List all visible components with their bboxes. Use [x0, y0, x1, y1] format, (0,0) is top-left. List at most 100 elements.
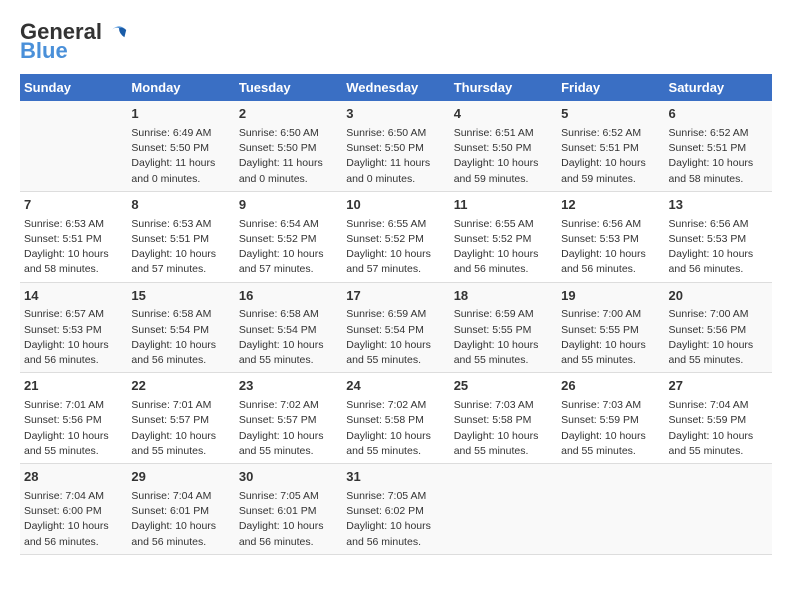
calendar-cell: 17Sunrise: 6:59 AMSunset: 5:54 PMDayligh…	[342, 282, 449, 373]
day-number: 25	[454, 377, 553, 396]
calendar-cell: 23 Sunrise: 7:02 AMSunset: 5:57 PMDayligh…	[235, 373, 342, 464]
week-row-3: 21Sunrise: 7:01 AMSunset: 5:56 PMDayligh…	[20, 373, 772, 464]
cell-info: Sunrise: 7:04 AMSunset: 5:59 PMDaylight:…	[669, 398, 768, 459]
calendar-cell: 16Sunrise: 6:58 AMSunset: 5:54 PMDayligh…	[235, 282, 342, 373]
calendar-cell: 1 Sunrise: 6:49 AMSunset: 5:50 PMDaylight…	[127, 101, 234, 191]
day-number: 11	[454, 196, 553, 215]
day-number: 30	[239, 468, 338, 487]
day-number: 5	[561, 105, 660, 124]
cell-info: Sunrise: 7:00 AMSunset: 5:56 PMDaylight:…	[669, 307, 768, 368]
cell-info: Sunrise: 6:52 AMSunset: 5:51 PMDaylight:…	[669, 126, 768, 187]
day-number: 4	[454, 105, 553, 124]
cell-info: Sunrise: 7:03 AMSunset: 5:58 PMDaylight:…	[454, 398, 553, 459]
weekday-header-wednesday: Wednesday	[342, 74, 449, 101]
cell-info: Sunrise: 6:56 AMSunset: 5:53 PMDaylight:…	[669, 217, 768, 278]
week-row-2: 14Sunrise: 6:57 AMSunset: 5:53 PMDayligh…	[20, 282, 772, 373]
calendar-cell: 20Sunrise: 7:00 AMSunset: 5:56 PMDayligh…	[665, 282, 772, 373]
calendar-cell: 14Sunrise: 6:57 AMSunset: 5:53 PMDayligh…	[20, 282, 127, 373]
weekday-header-thursday: Thursday	[450, 74, 557, 101]
calendar-cell	[557, 464, 664, 555]
day-number: 10	[346, 196, 445, 215]
calendar-cell: 21Sunrise: 7:01 AMSunset: 5:56 PMDayligh…	[20, 373, 127, 464]
calendar-body: 1 Sunrise: 6:49 AMSunset: 5:50 PMDaylight…	[20, 101, 772, 554]
cell-info: Sunrise: 7:05 AMSunset: 6:01 PMDaylight:…	[239, 489, 338, 550]
day-number: 6	[669, 105, 768, 124]
calendar-cell: 8Sunrise: 6:53 AMSunset: 5:51 PMDaylight…	[127, 191, 234, 282]
day-number: 22	[131, 377, 230, 396]
day-number: 7	[24, 196, 123, 215]
logo: General Blue	[20, 20, 128, 64]
cell-info: Sunrise: 6:51 AMSunset: 5:50 PMDaylight:…	[454, 126, 553, 187]
cell-info: Sunrise: 6:52 AMSunset: 5:51 PMDaylight:…	[561, 126, 660, 187]
day-number: 1	[131, 105, 230, 124]
day-number: 2	[239, 105, 338, 124]
day-number: 17	[346, 287, 445, 306]
day-number: 3	[346, 105, 445, 124]
calendar-cell: 2 Sunrise: 6:50 AMSunset: 5:50 PMDaylight…	[235, 101, 342, 191]
calendar-cell: 6 Sunrise: 6:52 AMSunset: 5:51 PMDaylight…	[665, 101, 772, 191]
weekday-header-tuesday: Tuesday	[235, 74, 342, 101]
cell-info: Sunrise: 7:01 AMSunset: 5:57 PMDaylight:…	[131, 398, 230, 459]
cell-info: Sunrise: 6:50 AMSunset: 5:50 PMDaylight:…	[239, 126, 338, 187]
calendar-cell	[665, 464, 772, 555]
calendar-cell: 18Sunrise: 6:59 AMSunset: 5:55 PMDayligh…	[450, 282, 557, 373]
cell-info: Sunrise: 7:02 AMSunset: 5:57 PMDaylight:…	[239, 398, 338, 459]
day-number: 23	[239, 377, 338, 396]
day-number: 9	[239, 196, 338, 215]
cell-info: Sunrise: 7:00 AMSunset: 5:55 PMDaylight:…	[561, 307, 660, 368]
cell-info: Sunrise: 6:58 AMSunset: 5:54 PMDaylight:…	[239, 307, 338, 368]
weekday-header-sunday: Sunday	[20, 74, 127, 101]
calendar-header: SundayMondayTuesdayWednesdayThursdayFrid…	[20, 74, 772, 101]
cell-info: Sunrise: 6:59 AMSunset: 5:54 PMDaylight:…	[346, 307, 445, 368]
day-number: 8	[131, 196, 230, 215]
day-number: 20	[669, 287, 768, 306]
calendar-cell: 13Sunrise: 6:56 AMSunset: 5:53 PMDayligh…	[665, 191, 772, 282]
cell-info: Sunrise: 7:05 AMSunset: 6:02 PMDaylight:…	[346, 489, 445, 550]
calendar-cell	[20, 101, 127, 191]
calendar-cell: 11Sunrise: 6:55 AMSunset: 5:52 PMDayligh…	[450, 191, 557, 282]
cell-info: Sunrise: 6:56 AMSunset: 5:53 PMDaylight:…	[561, 217, 660, 278]
calendar-cell: 5 Sunrise: 6:52 AMSunset: 5:51 PMDaylight…	[557, 101, 664, 191]
cell-info: Sunrise: 7:03 AMSunset: 5:59 PMDaylight:…	[561, 398, 660, 459]
cell-info: Sunrise: 6:53 AMSunset: 5:51 PMDaylight:…	[24, 217, 123, 278]
calendar-cell: 9 Sunrise: 6:54 AMSunset: 5:52 PMDaylight…	[235, 191, 342, 282]
week-row-1: 7 Sunrise: 6:53 AMSunset: 5:51 PMDaylight…	[20, 191, 772, 282]
day-number: 12	[561, 196, 660, 215]
day-number: 27	[669, 377, 768, 396]
day-number: 31	[346, 468, 445, 487]
calendar-cell: 19Sunrise: 7:00 AMSunset: 5:55 PMDayligh…	[557, 282, 664, 373]
weekday-header-monday: Monday	[127, 74, 234, 101]
cell-info: Sunrise: 6:59 AMSunset: 5:55 PMDaylight:…	[454, 307, 553, 368]
calendar-table: SundayMondayTuesdayWednesdayThursdayFrid…	[20, 74, 772, 555]
cell-info: Sunrise: 6:50 AMSunset: 5:50 PMDaylight:…	[346, 126, 445, 187]
calendar-cell: 22 Sunrise: 7:01 AMSunset: 5:57 PMDayligh…	[127, 373, 234, 464]
week-row-0: 1 Sunrise: 6:49 AMSunset: 5:50 PMDaylight…	[20, 101, 772, 191]
day-number: 28	[24, 468, 123, 487]
calendar-cell: 15Sunrise: 6:58 AMSunset: 5:54 PMDayligh…	[127, 282, 234, 373]
cell-info: Sunrise: 7:04 AMSunset: 6:00 PMDaylight:…	[24, 489, 123, 550]
calendar-cell: 12 Sunrise: 6:56 AMSunset: 5:53 PMDayligh…	[557, 191, 664, 282]
cell-info: Sunrise: 6:54 AMSunset: 5:52 PMDaylight:…	[239, 217, 338, 278]
cell-info: Sunrise: 7:04 AMSunset: 6:01 PMDaylight:…	[131, 489, 230, 550]
cell-info: Sunrise: 7:02 AMSunset: 5:58 PMDaylight:…	[346, 398, 445, 459]
logo-icon	[110, 21, 128, 39]
calendar-cell: 28 Sunrise: 7:04 AMSunset: 6:00 PMDayligh…	[20, 464, 127, 555]
cell-info: Sunrise: 6:58 AMSunset: 5:54 PMDaylight:…	[131, 307, 230, 368]
day-number: 19	[561, 287, 660, 306]
calendar-cell: 30 Sunrise: 7:05 AMSunset: 6:01 PMDayligh…	[235, 464, 342, 555]
day-number: 29	[131, 468, 230, 487]
calendar-cell: 7 Sunrise: 6:53 AMSunset: 5:51 PMDaylight…	[20, 191, 127, 282]
day-number: 18	[454, 287, 553, 306]
calendar-cell: 27 Sunrise: 7:04 AMSunset: 5:59 PMDayligh…	[665, 373, 772, 464]
weekday-header-friday: Friday	[557, 74, 664, 101]
day-number: 24	[346, 377, 445, 396]
calendar-cell: 3 Sunrise: 6:50 AMSunset: 5:50 PMDaylight…	[342, 101, 449, 191]
day-number: 14	[24, 287, 123, 306]
week-row-4: 28 Sunrise: 7:04 AMSunset: 6:00 PMDayligh…	[20, 464, 772, 555]
calendar-cell: 4 Sunrise: 6:51 AMSunset: 5:50 PMDaylight…	[450, 101, 557, 191]
calendar-cell: 29 Sunrise: 7:04 AMSunset: 6:01 PMDayligh…	[127, 464, 234, 555]
cell-info: Sunrise: 6:49 AMSunset: 5:50 PMDaylight:…	[131, 126, 230, 187]
day-number: 15	[131, 287, 230, 306]
cell-info: Sunrise: 6:57 AMSunset: 5:53 PMDaylight:…	[24, 307, 123, 368]
calendar-cell: 25 Sunrise: 7:03 AMSunset: 5:58 PMDayligh…	[450, 373, 557, 464]
